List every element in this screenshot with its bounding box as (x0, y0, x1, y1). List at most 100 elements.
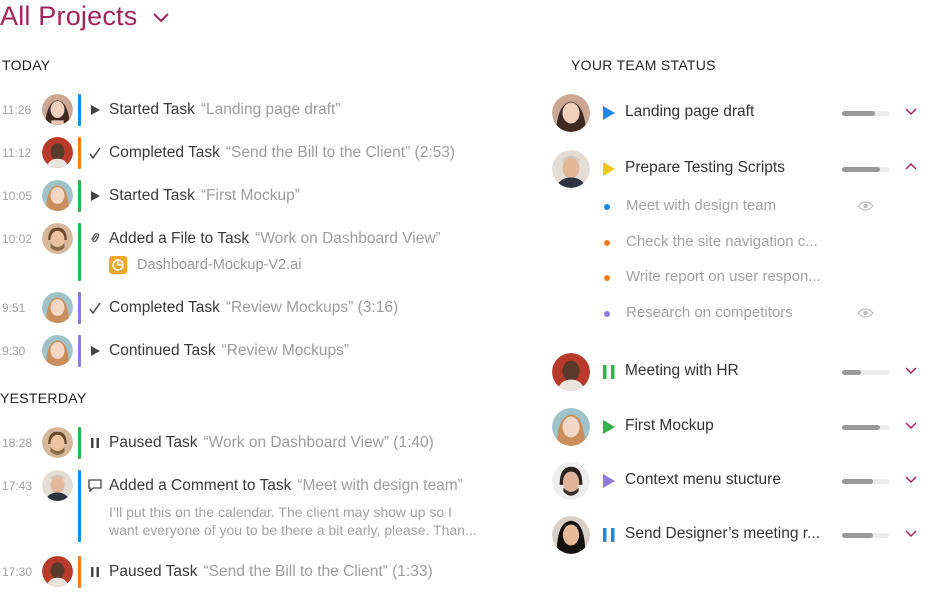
activity-verb: Started Task (109, 187, 195, 204)
play-icon[interactable] (602, 420, 616, 434)
check-icon (89, 302, 101, 314)
task-color-bar (78, 180, 81, 212)
activity-text: Started Task “Landing page draft” (109, 101, 340, 119)
progress-fill (842, 167, 880, 172)
task-color-bar (78, 94, 81, 126)
activity-time: 10:05 (2, 189, 33, 203)
page-title: All Projects (0, 0, 138, 31)
status-dot (604, 240, 610, 246)
comment-line: want everyone of you to be there a bit e… (109, 522, 477, 538)
progress-bar (842, 479, 889, 484)
current-task[interactable]: Meeting with HR (625, 362, 739, 380)
activity-verb: Added a File to Task (109, 230, 250, 247)
play-icon[interactable] (602, 162, 616, 176)
chevron-down-icon[interactable] (905, 366, 917, 376)
progress-bar (842, 533, 889, 538)
avatar[interactable] (42, 223, 73, 254)
eye-icon[interactable] (857, 307, 874, 319)
avatar[interactable] (552, 353, 590, 391)
team-member-row: Landing page draft (552, 94, 927, 134)
progress-bar (842, 111, 889, 116)
avatar[interactable] (42, 180, 73, 211)
current-task[interactable]: Context menu stucture (625, 471, 781, 489)
activity-text: Started Task “First Mockup” (109, 187, 300, 205)
current-task[interactable]: Send Designer’s meeting r... (625, 525, 820, 543)
subtask-item[interactable]: Write report on user respon... (604, 268, 884, 290)
progress-fill (842, 533, 873, 538)
activity-text: Added a File to Task “Work on Dashboard V… (109, 230, 441, 248)
play-icon[interactable] (602, 474, 616, 488)
paperclip-icon (91, 233, 100, 242)
avatar[interactable] (42, 94, 73, 125)
attached-file[interactable]: Dashboard-Mockup-V2.ai (109, 256, 301, 274)
chevron-down-icon[interactable] (905, 475, 917, 485)
avatar[interactable] (552, 94, 590, 132)
pause-icon[interactable] (602, 528, 616, 542)
team-member-row: First Mockup (552, 408, 927, 448)
avatar[interactable] (552, 408, 590, 446)
current-task[interactable]: Landing page draft (625, 103, 754, 121)
subtask-item[interactable]: Check the site navigation c... (604, 233, 884, 255)
subtask-label: Research on competitors (626, 304, 793, 321)
chevron-down-icon[interactable] (905, 529, 917, 539)
activity-text: Completed Task “Review Mockups” (3:16) (109, 299, 398, 317)
activity-object[interactable]: “Review Mockups” (3:16) (226, 299, 398, 316)
activity-time: 17:30 (2, 565, 33, 579)
project-selector[interactable]: All Projects (0, 0, 170, 34)
avatar[interactable] (42, 292, 73, 323)
current-task[interactable]: First Mockup (625, 417, 714, 435)
activity-object[interactable]: “Work on Dashboard View” (1:40) (203, 434, 433, 451)
section-today: TODAY (2, 57, 51, 73)
activity-object[interactable]: “Review Mockups” (222, 342, 349, 359)
task-color-bar (78, 292, 81, 324)
avatar[interactable] (42, 137, 73, 168)
comment-line: I’ll put this on the calendar. The clien… (109, 504, 452, 520)
avatar[interactable] (42, 427, 73, 458)
pause-icon (91, 438, 99, 448)
avatar[interactable] (552, 462, 590, 500)
team-member-row: Send Designer’s meeting r... (552, 516, 927, 556)
avatar[interactable] (552, 516, 590, 554)
chevron-down-icon (153, 13, 170, 23)
avatar[interactable] (42, 470, 73, 501)
play-icon[interactable] (602, 106, 616, 120)
section-yesterday: YESTERDAY (0, 390, 87, 406)
subtask-label: Check the site navigation c... (626, 233, 818, 250)
activity-text: Continued Task “Review Mockups” (109, 342, 349, 360)
task-color-bar (78, 137, 81, 169)
chevron-up-icon[interactable] (905, 161, 917, 171)
avatar[interactable] (42, 335, 73, 366)
activity-object[interactable]: “Landing page draft” (201, 101, 341, 118)
file-name: Dashboard-Mockup-V2.ai (137, 257, 302, 273)
section-team-status: YOUR TEAM STATUS (571, 57, 716, 73)
activity-object[interactable]: “Meet with design team” (297, 477, 462, 494)
progress-fill (842, 370, 861, 375)
avatar[interactable] (552, 150, 590, 188)
pause-icon[interactable] (602, 365, 616, 379)
activity-verb: Added a Comment to Task (109, 477, 292, 494)
activity-verb: Paused Task (109, 434, 198, 451)
pause-icon (91, 567, 99, 577)
chevron-down-icon[interactable] (905, 107, 917, 117)
status-dot (604, 311, 610, 317)
check-icon (89, 147, 101, 159)
status-dot (604, 275, 610, 281)
avatar[interactable] (42, 556, 73, 587)
activity-object[interactable]: “Send the Bill to the Client” (2:53) (226, 144, 455, 161)
team-member-row: Prepare Testing Scripts (552, 150, 927, 190)
activity-time: 9:51 (2, 301, 26, 315)
subtask-item[interactable]: Meet with design team (604, 197, 884, 219)
subtask-item[interactable]: Research on competitors (604, 304, 884, 326)
activity-text: Paused Task “Work on Dashboard View” (1:4… (109, 434, 434, 452)
activity-object[interactable]: “Work on Dashboard View” (255, 230, 441, 247)
activity-object[interactable]: “First Mockup” (201, 187, 300, 204)
activity-verb: Paused Task (109, 563, 198, 580)
activity-verb: Started Task (109, 101, 195, 118)
task-color-bar (78, 335, 81, 367)
chevron-down-icon[interactable] (905, 421, 917, 431)
task-color-bar (78, 470, 81, 542)
eye-icon[interactable] (857, 200, 874, 212)
current-task[interactable]: Prepare Testing Scripts (625, 159, 785, 177)
activity-object[interactable]: “Send the Bill to the Client” (1:33) (203, 563, 432, 580)
progress-bar (842, 425, 889, 430)
